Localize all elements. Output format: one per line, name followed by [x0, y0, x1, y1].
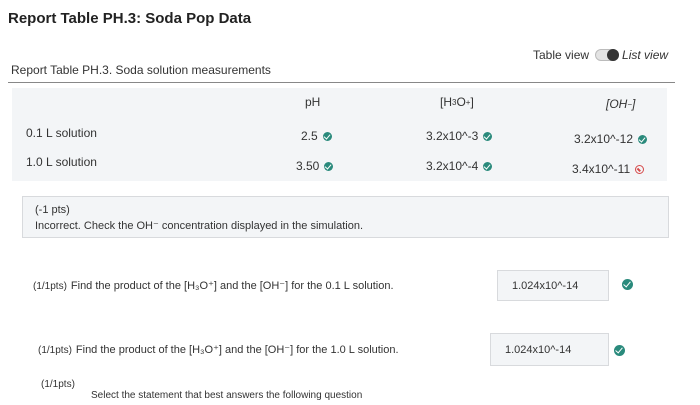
feedback-box: (-1 pts) Incorrect. Check the OH⁻ concen…	[22, 196, 669, 238]
cell-oh-1-0l[interactable]: 3.4x10^-11	[572, 162, 645, 176]
col-header-ph: pH	[305, 95, 321, 109]
cell-h3o-0-1l[interactable]: 3.2x10^-3	[426, 129, 493, 143]
h3o-mid: O	[456, 95, 466, 109]
answer-1-value: 1.024x10^-14	[512, 279, 579, 292]
col-header-oh: [OH −]	[606, 97, 635, 111]
view-toggle-switch[interactable]	[595, 49, 620, 61]
oh-end: ]	[632, 97, 636, 111]
question-3-text: Select the statement that best answers t…	[91, 390, 363, 401]
h3o-end: ]	[470, 95, 474, 109]
answer-2-field[interactable]: 1.024x10^-14	[490, 333, 609, 366]
list-view-label[interactable]: List view	[622, 48, 668, 62]
question-2-pts: (1/1pts)	[38, 345, 72, 356]
feedback-text: Incorrect. Check the OH⁻ concentration d…	[35, 219, 364, 232]
cell-h3o-1-0l[interactable]: 3.2x10^-4	[426, 159, 493, 173]
question-2-text: Find the product of the [H₃O⁺] and the […	[75, 344, 399, 356]
check-icon	[483, 131, 493, 141]
feedback-pts: (-1 pts)	[35, 204, 70, 216]
page-title: Report Table PH.3: Soda Pop Data	[8, 10, 252, 27]
h3o-base: [H	[440, 95, 452, 109]
data-table: pH [H 3 O +] [OH −] 0.1 L solution 2.5 3.2x1…	[12, 88, 667, 181]
check-icon	[622, 279, 633, 290]
row-label-1-0l: 1.0 L solution	[26, 155, 97, 169]
value-ph-1-0l: 3.50	[296, 159, 320, 173]
question-1-text: Find the product of the [H₃O⁺] and the […	[70, 280, 394, 292]
question-1: (1/1pts) Find the product of the [H₃O⁺] a…	[33, 279, 394, 292]
cell-ph-1-0l[interactable]: 3.50	[296, 159, 334, 173]
value-ph-0-1l: 2.5	[301, 129, 318, 143]
value-h3o-1-0l: 3.2x10^-4	[426, 159, 479, 173]
check-icon	[322, 131, 332, 141]
question-3-pts: (1/1pts)	[41, 378, 79, 390]
col-header-h3o: [H 3 O +]	[440, 95, 474, 109]
table-caption: Report Table PH.3. Soda solution measure…	[11, 63, 271, 77]
cell-ph-0-1l[interactable]: 2.5	[301, 129, 332, 143]
check-icon	[614, 345, 625, 356]
value-oh-1-0l: 3.4x10^-11	[572, 162, 631, 176]
question-2: (1/1pts) Find the product of the [H₃O⁺] a…	[38, 343, 399, 356]
caption-divider	[8, 82, 675, 83]
table-view-label[interactable]: Table view	[533, 48, 589, 62]
toggle-knob	[607, 49, 620, 61]
check-icon	[638, 134, 648, 144]
value-oh-0-1l: 3.2x10^-12	[574, 132, 634, 146]
answer-1-field[interactable]: 1.024x10^-14	[497, 270, 609, 301]
view-toggle[interactable]: Table view List view	[533, 48, 668, 62]
question-3-pts-label: (1/1pts)	[41, 379, 75, 390]
value-h3o-0-1l: 3.2x10^-3	[426, 129, 479, 143]
check-icon	[483, 161, 493, 171]
cell-oh-0-1l[interactable]: 3.2x10^-12	[574, 132, 648, 146]
oh-base: [OH	[606, 97, 628, 111]
answer-2-value: 1.024x10^-14	[505, 343, 572, 356]
question-1-pts: (1/1pts)	[33, 281, 67, 292]
row-label-0-1l: 0.1 L solution	[26, 126, 97, 140]
check-icon	[324, 161, 334, 171]
incorrect-icon	[635, 164, 645, 174]
